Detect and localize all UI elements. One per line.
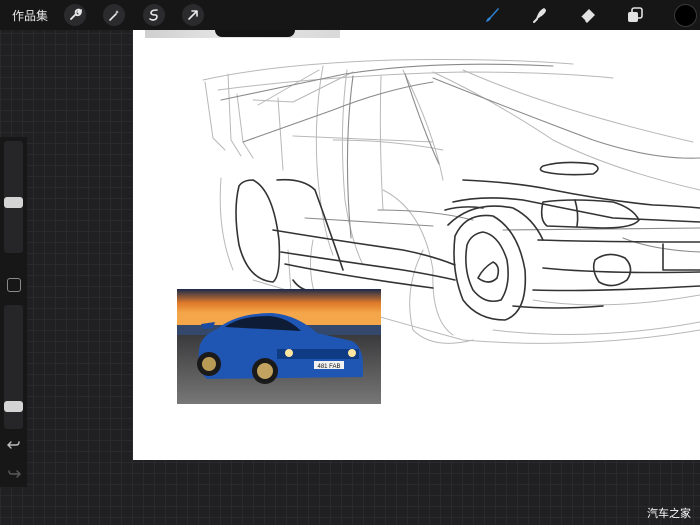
brush-button[interactable]: [481, 5, 503, 25]
magic-wand-icon: [109, 10, 119, 21]
undo-icon: [7, 441, 20, 449]
color-swatch[interactable]: [674, 4, 697, 27]
redo-button[interactable]: [6, 467, 22, 481]
selection-button[interactable]: [143, 4, 165, 26]
reference-image-edge: [145, 30, 340, 38]
undo-button[interactable]: [6, 438, 22, 452]
watermark: 汽车之家: [647, 507, 691, 520]
wrench-icon: [70, 8, 82, 20]
layers-button[interactable]: [624, 5, 646, 25]
modify-button[interactable]: [7, 278, 21, 292]
reference-photo[interactable]: 481 FAB: [177, 289, 381, 404]
top-toolbar: 作品集: [0, 0, 700, 30]
brush-icon: [486, 8, 499, 22]
transform-button[interactable]: [182, 4, 204, 26]
smudge-button[interactable]: [529, 5, 551, 25]
arrow-cursor-icon: [188, 10, 198, 20]
license-plate: 481 FAB: [317, 364, 340, 370]
layers-icon: [628, 7, 643, 22]
actions-button[interactable]: [64, 4, 86, 26]
adjustments-button[interactable]: [103, 4, 125, 26]
eraser-button[interactable]: [577, 5, 599, 25]
eraser-icon: [580, 9, 595, 23]
selection-icon: [149, 9, 158, 21]
left-sidebar: [0, 137, 27, 487]
opacity-thumb[interactable]: [4, 401, 23, 413]
smudge-icon: [533, 8, 546, 23]
gallery-button[interactable]: 作品集: [12, 7, 56, 24]
redo-icon: [8, 470, 21, 478]
brush-size-thumb[interactable]: [4, 196, 23, 208]
